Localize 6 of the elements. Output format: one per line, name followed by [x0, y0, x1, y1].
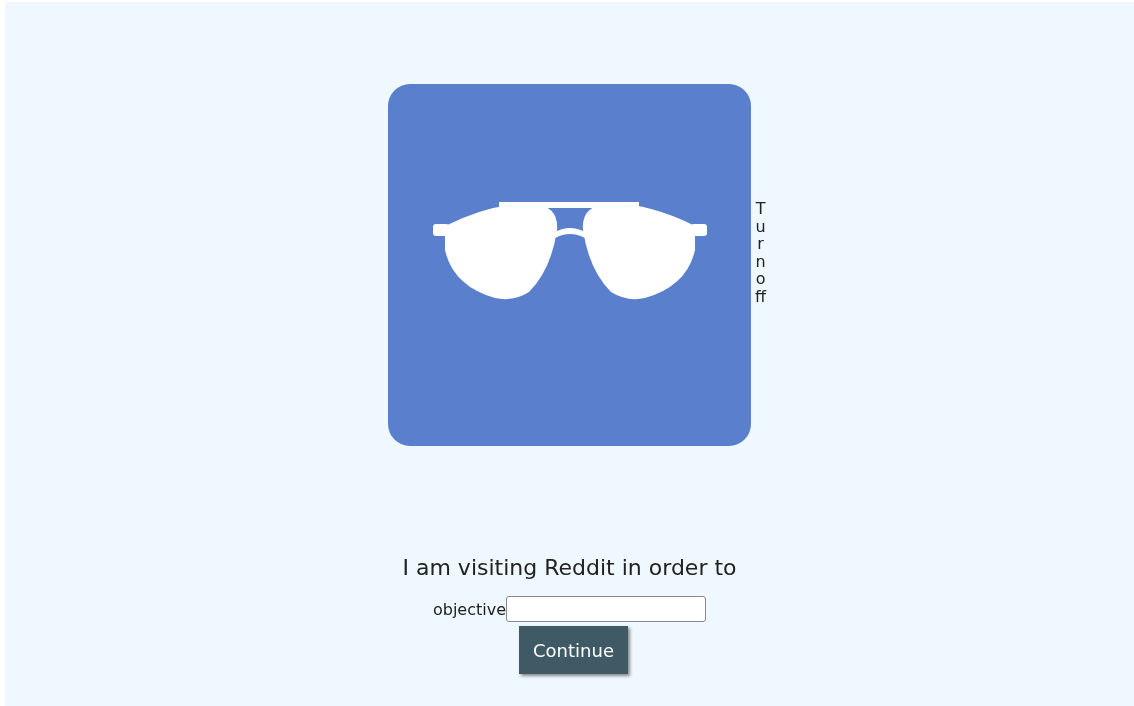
sunglasses-icon [432, 200, 707, 302]
turn-off-button[interactable]: Turnoff [755, 200, 767, 306]
continue-button[interactable]: Continue [519, 626, 628, 674]
prompt-heading: I am visiting Reddit in order to [402, 554, 737, 582]
objective-field[interactable] [506, 596, 707, 622]
field-label: objective [432, 599, 507, 619]
